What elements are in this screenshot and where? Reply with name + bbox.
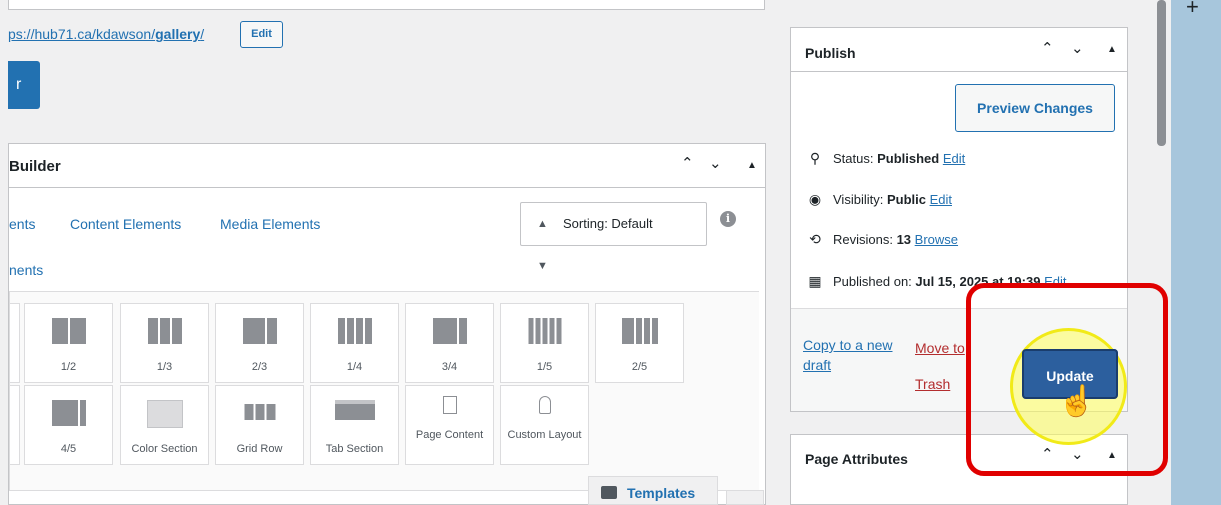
grid-row-icon [244, 404, 275, 420]
columns-icon [51, 318, 86, 344]
columns-icon [621, 318, 658, 344]
publish-title: Publish [805, 45, 856, 61]
grid-row[interactable]: Grid Row [215, 385, 304, 465]
page-attributes-title: Page Attributes [805, 451, 908, 467]
edit-slug-button[interactable]: Edit [240, 21, 283, 48]
side-panel [1171, 0, 1221, 505]
collapse-icon[interactable]: ▲ [1107, 44, 1117, 55]
layout-2-5[interactable]: 2/5 [595, 303, 684, 383]
eye-icon: ◉ [808, 191, 822, 207]
scrollbar-thumb[interactable] [1157, 0, 1166, 146]
calendar-icon: ▦ [808, 273, 822, 289]
sort-arrows-icon: ▲ ▼ [537, 218, 548, 272]
tab-content-elements[interactable]: Content Elements [70, 216, 181, 232]
layout-cell-partial[interactable] [10, 385, 20, 465]
history-icon: ⟲ [809, 231, 821, 247]
templates-button[interactable]: Templates [588, 476, 718, 505]
sorting-select[interactable]: ▲ ▼ Sorting: Default [520, 202, 707, 272]
move-down-icon[interactable]: ⌄ [1071, 39, 1084, 57]
sorting-label: Sorting: Default [563, 216, 653, 231]
info-icon[interactable]: i [720, 211, 736, 227]
move-to-trash-link[interactable]: Move to Trash [915, 330, 965, 402]
page-content[interactable]: Page Content [405, 385, 494, 465]
visibility-row: ◉ Visibility: Public Edit [805, 191, 952, 208]
layout-1-2[interactable]: 1/2 [24, 303, 113, 383]
color-section-icon [146, 400, 183, 428]
status-row: ⚲ Status: Published Edit [805, 150, 965, 167]
primary-button[interactable]: r [8, 61, 40, 109]
columns-icon [528, 318, 561, 344]
layout-1-5[interactable]: 1/5 [500, 303, 589, 383]
annotation-box [966, 283, 1168, 476]
move-up-icon[interactable]: ⌃ [1041, 39, 1054, 57]
layout-4-5[interactable]: 4/5 [24, 385, 113, 465]
custom-layout[interactable]: Custom Layout [500, 385, 589, 465]
columns-icon [242, 318, 277, 344]
publish-header: Publish ⌃ ⌄ ▲ [791, 28, 1127, 72]
builder-panel: Builder ⌃ ⌄ ▲ ents Content Elements Medi… [8, 143, 766, 505]
builder-title: Builder [9, 158, 61, 175]
tab-section[interactable]: Tab Section [310, 385, 399, 465]
permalink: ps://hub71.ca/kdawson/gallery/ [8, 26, 204, 42]
title-input[interactable] [8, 0, 765, 10]
element-grid: 1/2 1/3 2/3 1/4 3/4 1/5 2/5 4/5 Color Se… [9, 291, 759, 491]
move-up-icon[interactable]: ⌃ [681, 154, 694, 172]
layout-2-3[interactable]: 2/3 [215, 303, 304, 383]
edit-status-link[interactable]: Edit [943, 151, 965, 166]
columns-icon [432, 318, 467, 344]
layout-1-4[interactable]: 1/4 [310, 303, 399, 383]
columns-icon [51, 400, 86, 426]
tab-plugin-elements[interactable]: nents [9, 262, 43, 278]
copy-to-draft-link[interactable]: Copy to a new draft [803, 335, 913, 375]
database-icon [538, 396, 551, 414]
edit-visibility-link[interactable]: Edit [930, 192, 952, 207]
secondary-tab[interactable] [726, 490, 764, 505]
pin-icon: ⚲ [809, 150, 821, 166]
plus-icon[interactable]: + [1186, 0, 1199, 20]
hand-cursor-icon: ☝ [1058, 385, 1096, 418]
permalink-link[interactable]: ps://hub71.ca/kdawson/gallery/ [8, 26, 204, 42]
columns-icon [337, 318, 372, 344]
move-down-icon[interactable]: ⌄ [709, 154, 722, 172]
revisions-row: ⟲ Revisions: 13 Browse [805, 231, 958, 248]
tab-media-elements[interactable]: Media Elements [220, 216, 320, 232]
columns-icon [147, 318, 182, 344]
browse-revisions-link[interactable]: Browse [915, 232, 958, 247]
layout-cell-partial[interactable] [10, 303, 20, 383]
templates-icon [601, 486, 617, 499]
tab-section-icon [334, 400, 375, 420]
layout-1-3[interactable]: 1/3 [120, 303, 209, 383]
color-section[interactable]: Color Section [120, 385, 209, 465]
tab-layout-elements[interactable]: ents [9, 216, 35, 232]
layout-3-4[interactable]: 3/4 [405, 303, 494, 383]
builder-header: Builder ⌃ ⌄ ▲ [9, 144, 765, 188]
preview-changes-button[interactable]: Preview Changes [955, 84, 1115, 132]
page-content-icon [442, 396, 457, 414]
collapse-icon[interactable]: ▲ [747, 160, 757, 171]
